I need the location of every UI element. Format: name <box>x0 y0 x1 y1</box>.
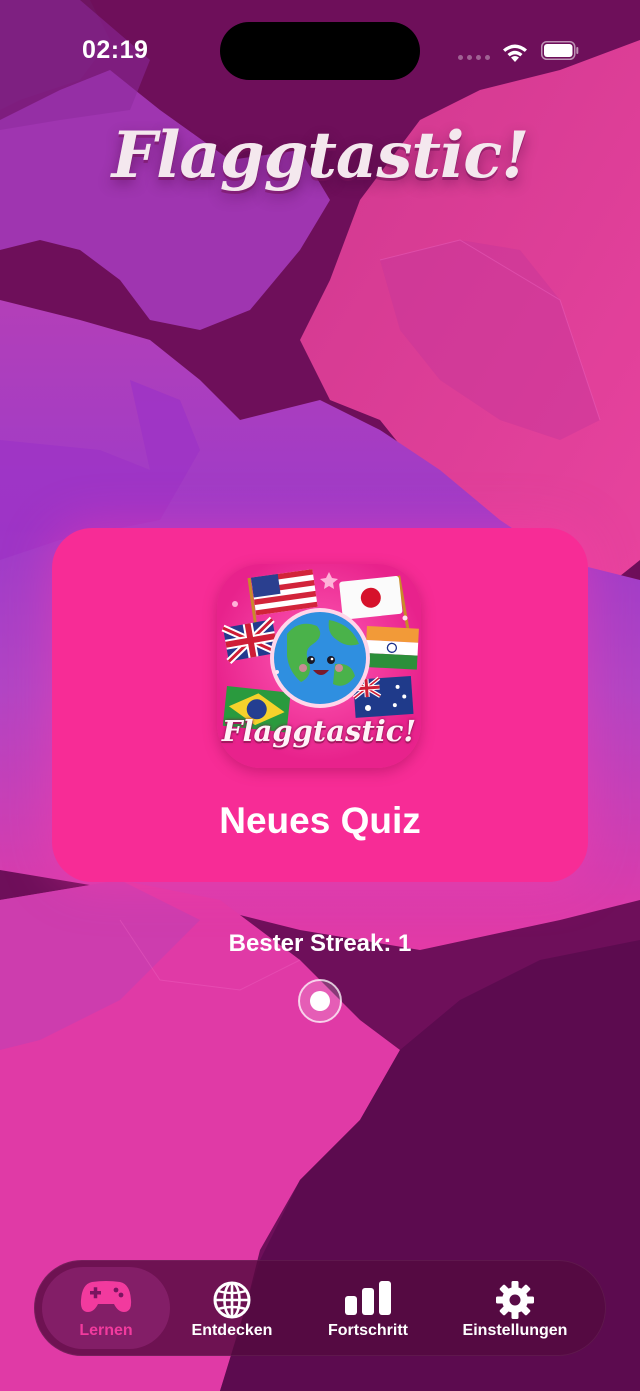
status-time: 02:19 <box>82 36 149 64</box>
tab-label: Fortschritt <box>328 1322 408 1339</box>
cellular-signal-icon <box>458 55 492 61</box>
tab-label: Entdecken <box>191 1322 273 1339</box>
tab-bar: Lernen Entdecken Fortschritt Einstellung… <box>34 1260 606 1356</box>
battery-icon <box>541 41 579 60</box>
new-quiz-label: Neues Quiz <box>219 800 421 841</box>
app-title: Flaggtastic! <box>111 118 530 193</box>
tab-label: Einstellungen <box>462 1322 568 1339</box>
page-indicator-dot[interactable] <box>297 978 343 1024</box>
tab-label: Lernen <box>79 1322 133 1339</box>
logo-wordmark: Flaggtastic! <box>221 714 417 748</box>
app-screen: 02:19 Flaggtastic! Flaggtastic! Neues Qu… <box>0 0 640 1391</box>
app-logo: Flaggtastic! <box>217 564 421 768</box>
tab-entdecken[interactable]: Entdecken <box>174 1260 290 1356</box>
new-quiz-card[interactable]: Flaggtastic! Neues Quiz <box>52 528 588 882</box>
dynamic-island <box>220 22 420 80</box>
tab-einstellungen[interactable]: Einstellungen <box>452 1260 578 1356</box>
gamepad-icon <box>80 1281 132 1312</box>
tab-lernen[interactable]: Lernen <box>42 1260 170 1356</box>
wifi-icon <box>503 44 527 62</box>
gear-icon <box>496 1281 534 1319</box>
tab-fortschritt[interactable]: Fortschritt <box>310 1260 426 1356</box>
bar-chart-icon <box>345 1281 391 1315</box>
best-streak-text: Bester Streak: 1 <box>228 930 412 957</box>
globe-icon <box>213 1281 251 1319</box>
